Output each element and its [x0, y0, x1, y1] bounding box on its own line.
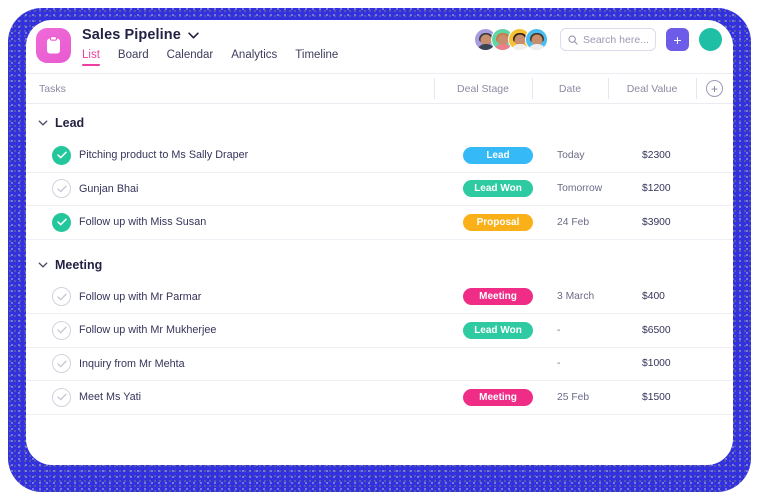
task-title: Pitching product to Ms Sally Draper — [79, 149, 249, 162]
task-date: Today — [557, 149, 585, 161]
tab-timeline[interactable]: Timeline — [295, 49, 338, 66]
tab-calendar[interactable]: Calendar — [167, 49, 214, 66]
search-input[interactable]: Search here... — [560, 28, 656, 51]
task-value: $1200 — [642, 183, 671, 195]
task-title: Follow up with Mr Parmar — [79, 290, 202, 303]
column-header-date[interactable]: Date — [532, 73, 608, 104]
app-card: Sales Pipeline List Board Calendar Analy… — [26, 20, 733, 465]
task-checkbox[interactable] — [52, 387, 71, 407]
table-row[interactable]: Follow up with Miss Susan Proposal 24 Fe… — [26, 206, 733, 240]
tab-bar: List Board Calendar Analytics Timeline — [82, 49, 338, 66]
status-badge[interactable]: Lead Won — [463, 180, 533, 198]
member-avatar-stack — [474, 28, 548, 51]
status-badge[interactable]: Meeting — [463, 288, 533, 306]
task-title: Inquiry from Mr Mehta — [79, 357, 185, 370]
task-title: Follow up with Mr Mukherjee — [79, 324, 217, 337]
board-title-group[interactable]: Sales Pipeline — [82, 27, 199, 43]
task-title: Gunjan Bhai — [79, 182, 139, 195]
column-header-deal-stage[interactable]: Deal Stage — [434, 73, 532, 104]
task-title: Follow up with Miss Susan — [79, 216, 207, 229]
plus-circle-icon: + — [706, 80, 723, 97]
task-checkbox[interactable] — [52, 320, 71, 340]
table-row[interactable]: Gunjan Bhai Lead Won Tomorrow $1200 — [26, 173, 733, 206]
column-header-row: Tasks Deal Stage Date Deal Value + — [26, 73, 733, 104]
add-task-button[interactable]: + — [666, 28, 689, 51]
task-date: 24 Feb — [557, 216, 590, 228]
group-header-lead[interactable]: Lead — [26, 104, 733, 139]
chevron-down-icon[interactable] — [188, 31, 199, 39]
task-checkbox[interactable] — [52, 354, 71, 374]
task-value: $3900 — [642, 216, 671, 228]
task-value: $2300 — [642, 149, 671, 161]
table-row[interactable]: Meet Ms Yati Meeting 25 Feb $1500 — [26, 381, 733, 415]
task-checkbox[interactable] — [52, 212, 71, 232]
table-row[interactable]: Pitching product to Ms Sally Draper Lead… — [26, 139, 733, 173]
task-date: - — [557, 358, 561, 370]
status-badge[interactable]: Lead — [463, 146, 533, 164]
tab-list[interactable]: List — [82, 49, 100, 66]
search-icon — [568, 35, 578, 45]
table-row[interactable]: Follow up with Mr Parmar Meeting 3 March… — [26, 281, 733, 314]
group-name: Lead — [55, 116, 85, 130]
clipboard-icon — [36, 28, 71, 63]
task-date: - — [557, 324, 561, 336]
task-checkbox[interactable] — [52, 287, 71, 307]
chevron-down-icon[interactable] — [38, 120, 48, 126]
task-checkbox[interactable] — [52, 179, 71, 199]
task-value: $1000 — [642, 358, 671, 370]
column-header-deal-value[interactable]: Deal Value — [608, 73, 696, 104]
status-badge[interactable]: Lead Won — [463, 321, 533, 339]
table-row[interactable]: Inquiry from Mr Mehta - $1000 — [26, 348, 733, 381]
status-badge[interactable]: Proposal — [463, 213, 533, 231]
chevron-down-icon[interactable] — [38, 261, 48, 268]
current-user-avatar[interactable] — [699, 28, 722, 51]
app-header: Sales Pipeline List Board Calendar Analy… — [26, 20, 733, 74]
task-value: $6500 — [642, 324, 671, 336]
task-list: Lead Pitching product to Ms Sally Draper… — [26, 104, 733, 415]
task-title: Meet Ms Yati — [79, 391, 142, 404]
status-badge[interactable]: Meeting — [463, 388, 533, 406]
add-column-button[interactable]: + — [696, 73, 733, 104]
avatar[interactable] — [525, 28, 548, 51]
task-date: 3 March — [557, 291, 595, 303]
tab-analytics[interactable]: Analytics — [231, 49, 277, 66]
tab-board[interactable]: Board — [118, 49, 149, 66]
group-name: Meeting — [55, 257, 103, 272]
header-actions: Search here... + — [474, 28, 722, 51]
task-date: Tomorrow — [557, 183, 603, 195]
page-title: Sales Pipeline — [82, 27, 181, 43]
task-date: 25 Feb — [557, 391, 590, 403]
group-header-meeting[interactable]: Meeting — [26, 240, 733, 281]
task-value: $400 — [642, 291, 665, 303]
table-row[interactable]: Follow up with Mr Mukherjee Lead Won - $… — [26, 314, 733, 348]
task-value: $1500 — [642, 391, 671, 403]
task-checkbox[interactable] — [52, 145, 71, 165]
column-header-tasks: Tasks — [39, 82, 66, 95]
search-placeholder: Search here... — [583, 33, 649, 46]
